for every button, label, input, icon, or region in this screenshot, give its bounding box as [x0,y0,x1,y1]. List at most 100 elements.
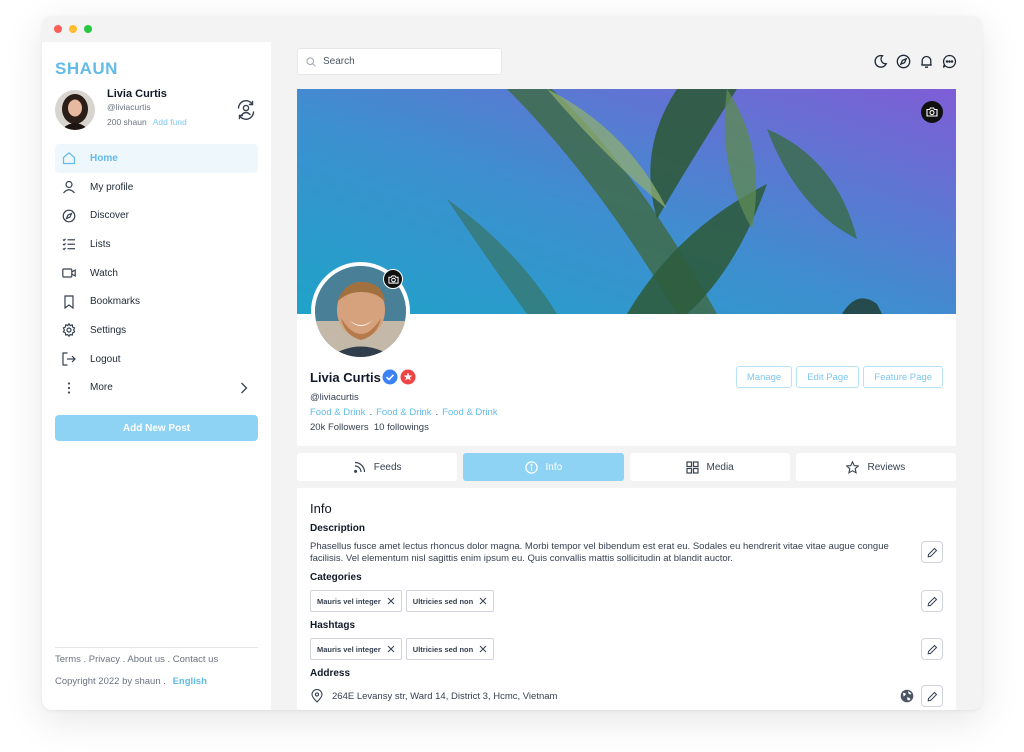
sidebar-item-bookmarks[interactable]: Bookmarks [55,287,258,316]
globe-icon[interactable] [900,689,914,703]
profile-name: Livia Curtis [310,370,381,385]
sidebar-item-label: Lists [90,238,111,250]
categories-label: Categories [310,572,362,583]
profile-handle: @liviacurtis [310,392,359,403]
close-icon[interactable] [387,597,395,605]
terms-link[interactable]: Terms [55,654,81,665]
close-icon[interactable] [479,645,487,653]
search-icon [306,56,316,67]
more-icon [62,381,76,395]
top-actions [873,54,957,69]
categories-tags: Mauris vel integer Ultricies sed non [310,590,495,612]
sidebar-item-my-profile[interactable]: My profile [55,173,258,202]
sidebar-item-label: Bookmarks [90,296,141,308]
contact-us-link[interactable]: Contact us [173,654,218,665]
hashtag-tag: Ultricies sed non [405,638,495,660]
chevron-right-icon [241,382,248,393]
add-new-post-button[interactable]: Add New Post [55,415,258,441]
edit-page-button[interactable]: Edit Page [796,366,860,388]
sidebar-item-discover[interactable]: Discover [55,201,258,230]
title-bar [42,16,982,42]
user-icon [62,180,76,194]
creator-badge-icon [400,369,416,385]
user-avatar[interactable] [55,90,95,130]
hashtags-label: Hashtags [310,620,356,631]
tag-label: Ultricies sed non [412,596,474,606]
logout-icon [62,352,76,366]
close-window-button[interactable] [54,25,62,33]
tab-media[interactable]: Media [629,453,790,481]
search-input[interactable] [323,56,493,67]
close-icon[interactable] [479,597,487,605]
followings-count[interactable]: 10 followings [374,422,429,433]
compass-icon [62,209,76,223]
sidebar-nav: Home My profile Discover Lists Watch Boo… [55,144,258,402]
profile-categories: Food & Drink. Food & Drink. Food & Drink [310,407,498,418]
rss-icon [353,461,365,473]
category-link[interactable]: Food & Drink [376,407,431,418]
sidebar-item-settings[interactable]: Settings [55,316,258,345]
tab-label: Media [706,461,734,473]
chat-icon[interactable] [942,54,957,69]
category-link[interactable]: Food & Drink [442,407,497,418]
maximize-window-button[interactable] [84,25,92,33]
footer-links: Terms . Privacy . About us . Contact us [55,654,219,665]
sidebar-item-logout[interactable]: Logout [55,345,258,374]
sidebar-item-label: My profile [90,181,134,193]
address-text: 264E Levansy str, Ward 14, District 3, H… [332,690,558,702]
copyright: Copyright 2022 by shaun . English [55,676,207,687]
tab-label: Reviews [867,461,906,473]
app-logo[interactable]: SHAUN [55,60,121,76]
list-icon [62,237,76,251]
close-icon[interactable] [387,645,395,653]
info-icon [524,460,538,474]
sidebar: SHAUN Livia Curtis @liviacurtis 200 shau… [42,42,271,710]
privacy-link[interactable]: Privacy [89,654,120,665]
compass-icon[interactable] [896,54,911,69]
gear-icon [62,323,76,338]
sidebar-item-label: Home [90,152,118,164]
switch-account-icon[interactable] [234,98,258,122]
search-box[interactable] [297,48,502,75]
hashtags-tags: Mauris vel integer Ultricies sed non [310,638,495,660]
edit-address-button[interactable] [921,685,943,707]
pencil-icon [927,596,937,606]
sidebar-item-watch[interactable]: Watch [55,259,258,288]
verified-badge-icon [382,369,398,385]
address-row: 264E Levansy str, Ward 14, District 3, H… [310,689,557,703]
add-fund-link[interactable]: Add fund [153,117,187,127]
manage-button[interactable]: Manage [735,366,793,388]
language-selector[interactable]: English [173,676,207,687]
home-icon [62,151,76,165]
sidebar-item-home[interactable]: Home [55,144,258,173]
bell-icon[interactable] [919,54,934,69]
edit-hashtags-button[interactable] [921,638,943,660]
user-balance: 200 shaun Add fund [107,117,187,127]
current-user-card: Livia Curtis @liviacurtis 200 shaun Add f… [55,88,258,130]
tab-feeds[interactable]: Feeds [297,453,458,481]
sidebar-item-label: Logout [90,353,121,365]
cover-camera-icon[interactable] [921,101,943,123]
location-pin-icon [311,689,323,703]
tab-info[interactable]: Info [463,453,624,481]
about-us-link[interactable]: About us [127,654,165,665]
footer-divider [55,647,258,648]
dark-mode-icon[interactable] [873,54,888,69]
category-link[interactable]: Food & Drink [310,407,365,418]
minimize-window-button[interactable] [69,25,77,33]
avatar-camera-icon[interactable] [383,269,403,289]
tab-label: Info [545,461,563,473]
video-icon [62,266,76,280]
tab-reviews[interactable]: Reviews [795,453,956,481]
edit-description-button[interactable] [921,541,943,563]
feature-page-button[interactable]: Feature Page [863,366,943,388]
info-title: Info [310,501,332,516]
sidebar-item-more[interactable]: More [55,374,258,403]
star-icon [846,460,860,474]
address-label: Address [310,668,351,679]
description-label: Description [310,523,366,534]
sidebar-item-lists[interactable]: Lists [55,230,258,259]
app-window: SHAUN Livia Curtis @liviacurtis 200 shau… [42,16,982,710]
followers-count[interactable]: 20k Followers [310,422,369,433]
edit-categories-button[interactable] [921,590,943,612]
